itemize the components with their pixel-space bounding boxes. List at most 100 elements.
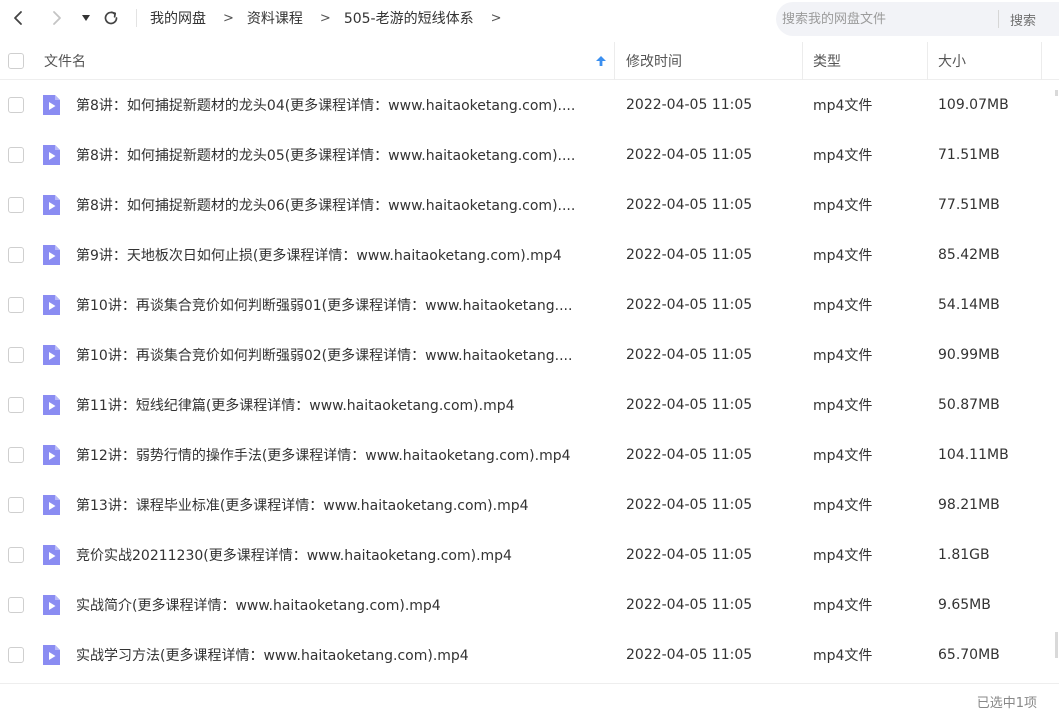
row-checkbox[interactable] (8, 597, 24, 613)
row-checkbox-cell (8, 380, 24, 430)
column-header-size[interactable]: 大小 (938, 42, 966, 80)
file-name-cell[interactable]: 实战简介(更多课程详情：www.haitaoketang.com).mp4 (76, 580, 604, 630)
column-divider[interactable] (614, 42, 615, 80)
file-row[interactable]: 第8讲：如何捕捉新题材的龙头05(更多课程详情：www.haitaoketang… (0, 130, 1059, 180)
file-row[interactable]: 竞价实战20211230(更多课程详情：www.haitaoketang.com… (0, 530, 1059, 580)
file-type: mp4文件 (813, 148, 873, 164)
column-header-type[interactable]: 类型 (813, 42, 841, 80)
row-checkbox[interactable] (8, 547, 24, 563)
file-name[interactable]: 竞价实战20211230(更多课程详情：www.haitaoketang.com… (76, 545, 512, 565)
column-divider[interactable] (927, 42, 928, 80)
file-modified-cell: 2022-04-05 11:05 (626, 530, 752, 580)
breadcrumb-separator: > (223, 10, 234, 26)
row-checkbox[interactable] (8, 397, 24, 413)
file-size-cell: 85.42MB (938, 230, 1000, 280)
history-dropdown-button[interactable] (74, 6, 98, 30)
file-type-cell: mp4文件 (813, 330, 872, 380)
file-modified-cell: 2022-04-05 11:05 (626, 580, 752, 630)
file-row[interactable]: 第9讲：天地板次日如何止损(更多课程详情：www.haitaoketang.co… (0, 230, 1059, 280)
file-name-cell[interactable]: 竞价实战20211230(更多课程详情：www.haitaoketang.com… (76, 530, 604, 580)
file-name[interactable]: 第11讲：短线纪律篇(更多课程详情：www.haitaoketang.com).… (76, 395, 515, 415)
file-modified-time: 2022-04-05 11:05 (626, 97, 753, 113)
column-header-name[interactable]: 文件名 (44, 42, 614, 80)
breadcrumb-separator[interactable]: > (491, 11, 502, 26)
footer-divider (0, 683, 1059, 684)
file-name-cell[interactable]: 第8讲：如何捕捉新题材的龙头06(更多课程详情：www.haitaoketang… (76, 180, 604, 230)
file-name[interactable]: 实战学习方法(更多课程详情：www.haitaoketang.com).mp4 (76, 645, 469, 665)
column-divider[interactable] (802, 42, 803, 80)
file-type-cell: mp4文件 (813, 80, 872, 130)
file-type-cell: mp4文件 (813, 230, 872, 280)
file-icon-cell (41, 130, 61, 180)
breadcrumb-item-current-folder[interactable]: 505-老游的短线体系 (344, 8, 474, 28)
row-checkbox[interactable] (8, 247, 24, 263)
file-type-cell: mp4文件 (813, 380, 872, 430)
file-name[interactable]: 第8讲：如何捕捉新题材的龙头05(更多课程详情：www.haitaoketang… (76, 145, 575, 165)
file-icon-cell (41, 480, 61, 530)
file-icon-cell (41, 630, 61, 680)
file-name[interactable]: 第8讲：如何捕捉新题材的龙头04(更多课程详情：www.haitaoketang… (76, 95, 575, 115)
scrollbar-mark[interactable] (1055, 90, 1058, 96)
row-checkbox-cell (8, 580, 24, 630)
file-name[interactable]: 第13讲：课程毕业标准(更多课程详情：www.haitaoketang.com)… (76, 495, 529, 515)
file-name-cell[interactable]: 第11讲：短线纪律篇(更多课程详情：www.haitaoketang.com).… (76, 380, 604, 430)
file-modified-time: 2022-04-05 11:05 (626, 197, 753, 213)
search-box: 搜索 (776, 2, 1059, 36)
file-name[interactable]: 第12讲：弱势行情的操作手法(更多课程详情：www.haitaoketang.c… (76, 445, 571, 465)
file-row[interactable]: 第12讲：弱势行情的操作手法(更多课程详情：www.haitaoketang.c… (0, 430, 1059, 480)
file-name[interactable]: 第10讲：再谈集合竞价如何判断强弱01(更多课程详情：www.haitaoket… (76, 295, 572, 315)
file-modified-time: 2022-04-05 11:05 (626, 497, 753, 513)
back-button[interactable] (6, 6, 30, 30)
file-name-cell[interactable]: 实战学习方法(更多课程详情：www.haitaoketang.com).mp4 (76, 630, 604, 680)
sort-indicator[interactable] (595, 42, 607, 80)
column-header-type-label: 类型 (813, 54, 841, 70)
file-row[interactable]: 第8讲：如何捕捉新题材的龙头04(更多课程详情：www.haitaoketang… (0, 80, 1059, 130)
forward-button[interactable] (45, 6, 69, 30)
file-name-cell[interactable]: 第8讲：如何捕捉新题材的龙头04(更多课程详情：www.haitaoketang… (76, 80, 604, 130)
row-checkbox[interactable] (8, 197, 24, 213)
file-name-cell[interactable]: 第13讲：课程毕业标准(更多课程详情：www.haitaoketang.com)… (76, 480, 604, 530)
file-modified-cell: 2022-04-05 11:05 (626, 180, 752, 230)
file-row[interactable]: 第10讲：再谈集合竞价如何判断强弱02(更多课程详情：www.haitaoket… (0, 330, 1059, 380)
file-name-cell[interactable]: 第8讲：如何捕捉新题材的龙头05(更多课程详情：www.haitaoketang… (76, 130, 604, 180)
file-size-cell: 98.21MB (938, 480, 1000, 530)
row-checkbox[interactable] (8, 647, 24, 663)
scrollbar-thumb[interactable] (1055, 632, 1058, 658)
video-file-icon (43, 145, 60, 165)
row-checkbox[interactable] (8, 447, 24, 463)
row-checkbox[interactable] (8, 347, 24, 363)
select-all-checkbox[interactable] (8, 53, 24, 69)
file-name-cell[interactable]: 第10讲：再谈集合竞价如何判断强弱01(更多课程详情：www.haitaoket… (76, 280, 604, 330)
file-name[interactable]: 第8讲：如何捕捉新题材的龙头06(更多课程详情：www.haitaoketang… (76, 195, 575, 215)
file-name-cell[interactable]: 第10讲：再谈集合竞价如何判断强弱02(更多课程详情：www.haitaoket… (76, 330, 604, 380)
file-row[interactable]: 第10讲：再谈集合竞价如何判断强弱01(更多课程详情：www.haitaoket… (0, 280, 1059, 330)
column-header-modified[interactable]: 修改时间 (626, 42, 682, 80)
column-divider[interactable] (1041, 42, 1042, 80)
row-checkbox[interactable] (8, 297, 24, 313)
search-button[interactable]: 搜索 (1010, 10, 1036, 29)
file-row[interactable]: 第8讲：如何捕捉新题材的龙头06(更多课程详情：www.haitaoketang… (0, 180, 1059, 230)
row-checkbox-cell (8, 430, 24, 480)
file-size-cell: 65.70MB (938, 630, 1000, 680)
row-checkbox[interactable] (8, 147, 24, 163)
refresh-button[interactable] (99, 6, 123, 30)
file-name[interactable]: 第9讲：天地板次日如何止损(更多课程详情：www.haitaoketang.co… (76, 245, 562, 265)
row-checkbox[interactable] (8, 97, 24, 113)
video-file-icon (43, 445, 60, 465)
file-row[interactable]: 第11讲：短线纪律篇(更多课程详情：www.haitaoketang.com).… (0, 380, 1059, 430)
file-name-cell[interactable]: 第12讲：弱势行情的操作手法(更多课程详情：www.haitaoketang.c… (76, 430, 604, 480)
search-input[interactable] (780, 4, 990, 34)
top-navigation-bar: 我的网盘 > 资料课程 > 505-老游的短线体系 > 搜索 (0, 0, 1059, 38)
file-type-cell: mp4文件 (813, 280, 872, 330)
row-checkbox[interactable] (8, 497, 24, 513)
file-name[interactable]: 实战简介(更多课程详情：www.haitaoketang.com).mp4 (76, 595, 441, 615)
file-name[interactable]: 第10讲：再谈集合竞价如何判断强弱02(更多课程详情：www.haitaoket… (76, 345, 572, 365)
breadcrumb-item-courses[interactable]: 资料课程 (247, 8, 303, 28)
file-row[interactable]: 第13讲：课程毕业标准(更多课程详情：www.haitaoketang.com)… (0, 480, 1059, 530)
file-size-cell: 50.87MB (938, 380, 1000, 430)
file-name-cell[interactable]: 第9讲：天地板次日如何止损(更多课程详情：www.haitaoketang.co… (76, 230, 604, 280)
breadcrumb-item-my-drive[interactable]: 我的网盘 (150, 8, 206, 28)
file-row[interactable]: 实战简介(更多课程详情：www.haitaoketang.com).mp4 20… (0, 580, 1059, 630)
file-row[interactable]: 实战学习方法(更多课程详情：www.haitaoketang.com).mp4 … (0, 630, 1059, 680)
file-type-cell: mp4文件 (813, 430, 872, 480)
